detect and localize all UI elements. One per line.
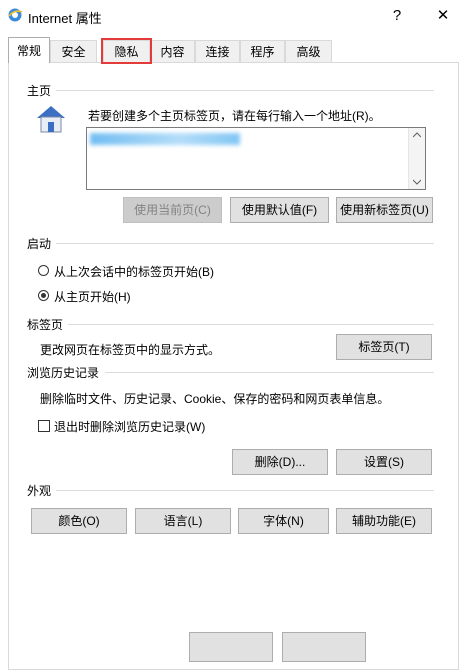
blurred-url: [90, 133, 240, 145]
radio-home-page-label: 从主页开始(H): [54, 290, 131, 304]
radio-last-session[interactable]: [38, 265, 49, 276]
delete-on-exit-label: 退出时删除浏览历史记录(W): [54, 420, 206, 434]
textarea-scrollbar[interactable]: [408, 128, 425, 189]
home-divider: [56, 90, 434, 91]
use-new-tab-button[interactable]: 使用新标签页(U): [336, 197, 433, 223]
internet-options-icon: [8, 8, 23, 22]
tabs-description: 更改网页在标签页中的显示方式。: [40, 343, 221, 357]
window-title: Internet 属性: [28, 11, 102, 26]
use-default-button[interactable]: 使用默认值(F): [230, 197, 329, 223]
radio-last-session-label: 从上次会话中的标签页开始(B): [54, 265, 214, 279]
delete-on-exit-checkbox[interactable]: [38, 420, 50, 432]
tabs-section-label: 标签页: [27, 318, 64, 332]
appearance-divider: [56, 490, 434, 491]
tab-general[interactable]: 常规: [8, 37, 50, 63]
ok-button-partial[interactable]: [189, 632, 273, 662]
startup-divider: [56, 243, 434, 244]
languages-button[interactable]: 语言(L): [135, 508, 231, 534]
fonts-button[interactable]: 字体(N): [238, 508, 329, 534]
cancel-button-partial[interactable]: [282, 632, 366, 662]
home-icon: [37, 106, 65, 133]
startup-section-label: 启动: [27, 237, 52, 251]
scroll-up-icon[interactable]: [413, 132, 421, 138]
accessibility-button[interactable]: 辅助功能(E): [336, 508, 432, 534]
colors-button[interactable]: 颜色(O): [31, 508, 127, 534]
use-current-button[interactable]: 使用当前页(C): [123, 197, 222, 223]
highlight-box: [101, 38, 152, 64]
tab-content[interactable]: 内容: [150, 40, 195, 62]
close-button[interactable]: ✕: [428, 4, 458, 28]
home-section-label: 主页: [27, 84, 52, 98]
tab-programs[interactable]: 程序: [240, 40, 285, 62]
tab-advanced[interactable]: 高级: [285, 40, 332, 62]
history-description: 删除临时文件、历史记录、Cookie、保存的密码和网页表单信息。: [40, 392, 390, 406]
tabs-divider: [68, 324, 434, 325]
home-instruction: 若要创建多个主页标签页，请在每行输入一个地址(R)。: [88, 109, 381, 123]
scroll-down-icon[interactable]: [413, 179, 421, 185]
tab-connections[interactable]: 连接: [195, 40, 240, 62]
radio-home-page[interactable]: [38, 290, 49, 301]
delete-button[interactable]: 删除(D)...: [232, 449, 328, 475]
settings-button[interactable]: 设置(S): [336, 449, 432, 475]
history-section-label: 浏览历史记录: [27, 366, 100, 380]
appearance-section-label: 外观: [27, 484, 52, 498]
history-divider: [105, 372, 434, 373]
help-button[interactable]: ?: [382, 4, 412, 28]
tab-security[interactable]: 安全: [50, 40, 97, 62]
tabs-button[interactable]: 标签页(T): [336, 334, 432, 360]
